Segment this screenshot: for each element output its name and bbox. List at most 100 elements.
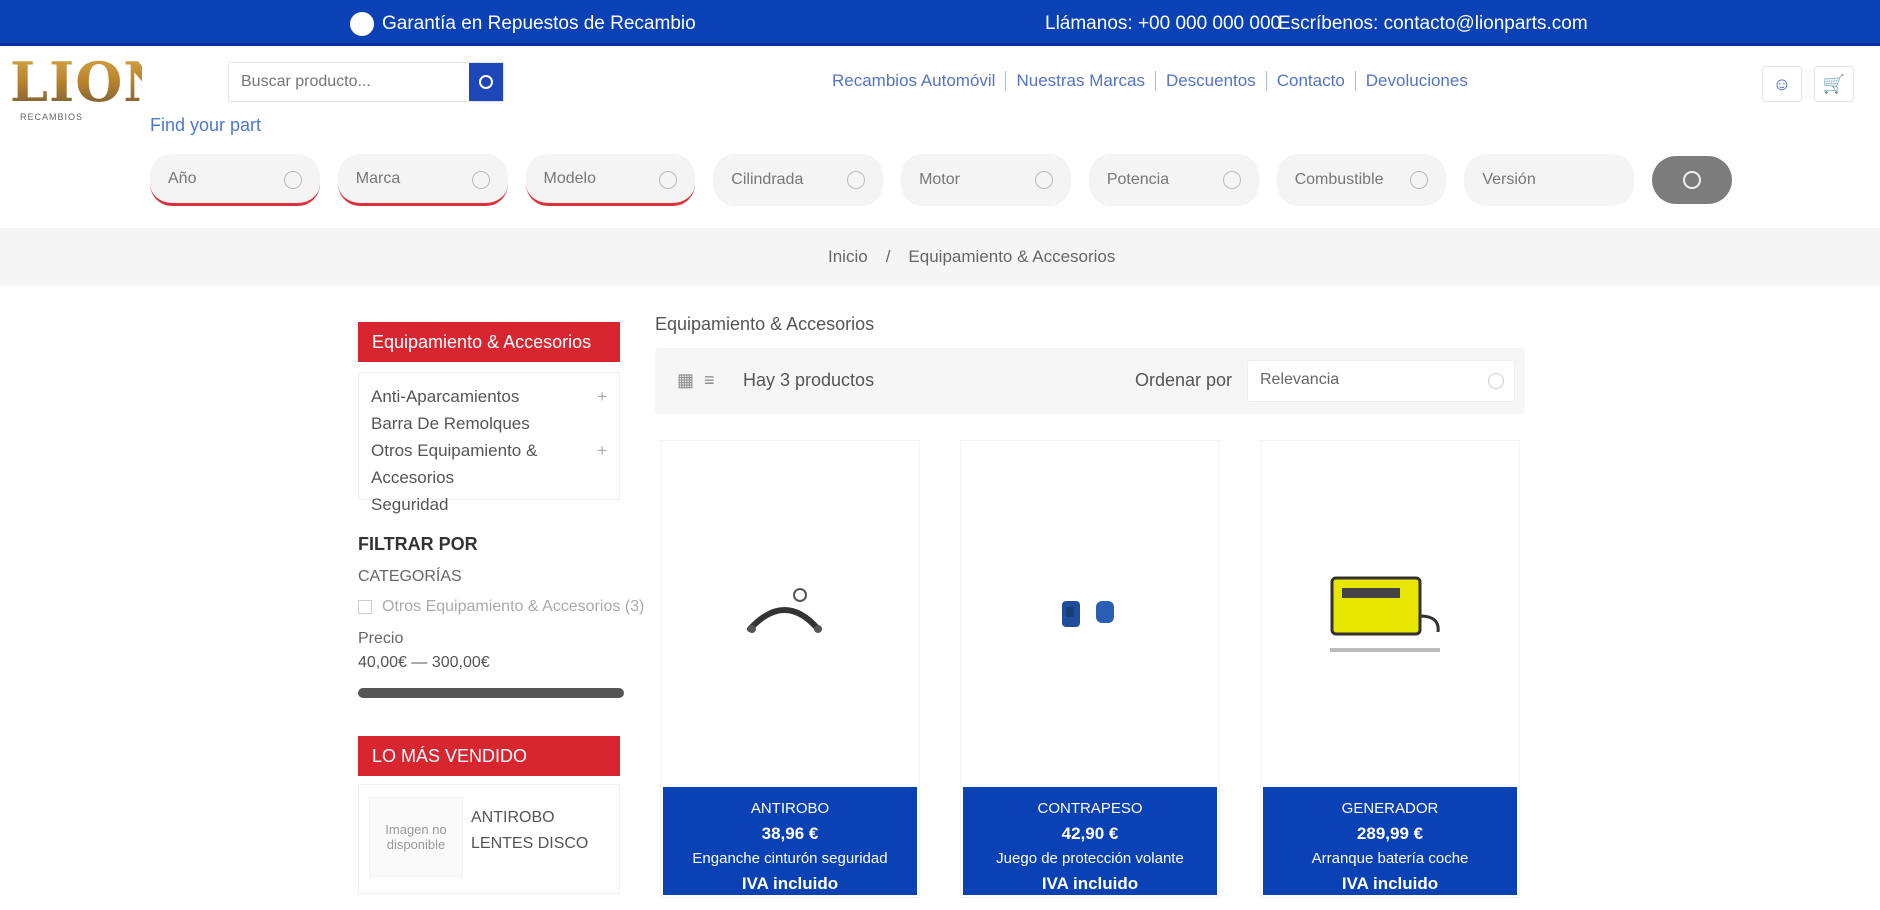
find-your-part-link[interactable]: Find your part <box>150 115 261 136</box>
filter-label: Combustible <box>1294 171 1384 188</box>
product-card[interactable]: GENERADOR 289,99 € Arranque batería coch… <box>1260 440 1520 898</box>
filter-power-select[interactable]: Potencia <box>1088 154 1259 206</box>
price-slider[interactable] <box>358 688 624 698</box>
chevron-down-icon <box>1410 171 1429 189</box>
user-icon[interactable]: ☺ <box>1762 66 1802 102</box>
product-tax-note: IVA incluido <box>1041 874 1139 893</box>
search-box <box>228 62 504 102</box>
filter-subtitle: CATEGORÍAS <box>358 568 462 585</box>
battery-booster-icon <box>1330 576 1440 652</box>
category-item[interactable]: Anti-Aparcamientos + <box>371 383 607 410</box>
filter-label: Potencia <box>1106 171 1170 188</box>
sort-value: Relevancia <box>1260 371 1340 388</box>
chevron-down-icon <box>1222 171 1241 189</box>
search-button[interactable] <box>469 63 503 101</box>
globe-icon <box>350 12 374 36</box>
chevron-down-icon <box>1488 373 1504 389</box>
bestseller-thumbnail[interactable]: Imagen no disponible <box>369 797 463 877</box>
category-label: Seguridad <box>371 495 449 514</box>
filter-label: Motor <box>919 171 960 188</box>
product-name[interactable]: Arranque batería coche <box>1263 847 1517 871</box>
sort-label: Ordenar por <box>1135 370 1233 390</box>
bestsellers-header: LO MÁS VENDIDO <box>358 736 620 776</box>
product-image[interactable] <box>661 441 919 781</box>
filter-label: Cilindrada <box>731 171 804 188</box>
search-icon <box>479 75 493 89</box>
breadcrumb-separator: / <box>885 247 891 266</box>
search-input[interactable] <box>229 63 469 101</box>
product-brand: GENERADOR <box>1341 800 1439 817</box>
site-logo[interactable]: LION RECAMBIOS <box>10 50 174 124</box>
product-price: 42,90 € <box>1061 824 1119 843</box>
filter-model-select[interactable]: Modelo <box>525 154 696 206</box>
checkbox[interactable] <box>358 600 372 614</box>
product-count: Hay 3 productos <box>743 370 875 390</box>
page-title: Equipamiento & Accesorios <box>655 314 875 334</box>
category-item[interactable]: Seguridad <box>371 491 607 518</box>
cart-icon[interactable]: 🛒 <box>1814 66 1854 102</box>
view-toggles: ▦ ≡ <box>677 370 715 391</box>
filter-engine-select[interactable]: Motor <box>901 154 1071 206</box>
product-image[interactable] <box>961 441 1219 781</box>
filter-fuel-select[interactable]: Combustible <box>1276 154 1447 206</box>
sort-select[interactable]: Relevancia <box>1247 360 1515 402</box>
product-image[interactable] <box>1261 441 1519 781</box>
nav-item-recambios[interactable]: Recambios Automóvil <box>822 71 1007 91</box>
product-price: 38,96 € <box>761 824 819 843</box>
price-label: Precio <box>358 630 404 647</box>
product-brand: ANTIROBO <box>750 800 830 817</box>
product-info: GENERADOR 289,99 € Arranque batería coch… <box>1263 787 1517 895</box>
product-tax-note: IVA incluido <box>741 874 839 893</box>
product-name[interactable]: Juego de protección volante <box>963 847 1217 871</box>
chevron-down-icon <box>847 171 866 189</box>
wheel-weights-icon <box>1062 601 1114 627</box>
filter-label: Versión <box>1482 171 1536 188</box>
filter-year-select[interactable]: Año <box>150 154 320 206</box>
nav-item-descuentos[interactable]: Descuentos <box>1156 71 1267 91</box>
listing-toolbar: ▦ ≡ Hay 3 productos Ordenar por Relevanc… <box>655 348 1525 414</box>
filter-displacement-select[interactable]: Cilindrada <box>713 154 884 206</box>
expand-icon[interactable]: + <box>597 383 607 410</box>
product-card[interactable]: ANTIROBO 38,96 € Enganche cinturón segur… <box>660 440 920 898</box>
product-name[interactable]: Enganche cinturón seguridad <box>663 847 917 871</box>
category-list: Anti-Aparcamientos + Barra De Remolques O… <box>358 372 620 514</box>
list-view-icon[interactable]: ≡ <box>704 370 715 391</box>
chevron-down-icon <box>1034 171 1053 189</box>
product-price: 289,99 € <box>1356 824 1424 843</box>
grid-view-icon[interactable]: ▦ <box>677 370 694 391</box>
promo-text: Garantía en Repuestos de Recambio <box>382 13 696 34</box>
bestseller-name[interactable]: ANTIROBO LENTES DISCO <box>471 805 611 857</box>
breadcrumb-home[interactable]: Inicio <box>828 247 868 267</box>
filter-title: FILTRAR POR <box>358 534 478 554</box>
filter-search-button[interactable] <box>1652 156 1732 204</box>
email-link[interactable]: Escríbenos: contacto@lionparts.com <box>1278 13 1588 35</box>
filter-brand-select[interactable]: Marca <box>337 154 508 206</box>
top-bar: Garantía en Repuestos de Recambio Lláman… <box>0 0 1880 46</box>
filter-version-select[interactable]: Versión <box>1464 154 1635 206</box>
nav-item-marcas[interactable]: Nuestras Marcas <box>1006 71 1156 91</box>
expand-icon[interactable]: + <box>597 437 607 491</box>
breadcrumb: Inicio / Equipamiento & Accesorios <box>828 247 1115 267</box>
filter-label: Año <box>168 169 197 187</box>
bestseller-item[interactable]: Imagen no disponible ANTIROBO LENTES DIS… <box>358 784 620 894</box>
nav-item-contacto[interactable]: Contacto <box>1267 71 1356 91</box>
category-item[interactable]: Otros Equipamiento & Accesorios + <box>371 437 607 491</box>
category-item[interactable]: Barra De Remolques <box>371 410 607 437</box>
vehicle-filter-bar: Año Marca Modelo Cilindrada Motor Potenc… <box>150 154 1732 206</box>
product-card[interactable]: CONTRAPESO 42,90 € Juego de protección v… <box>960 440 1220 898</box>
phone-link[interactable]: Llámanos: +00 000 000 000 <box>1045 13 1281 35</box>
search-icon <box>1683 171 1702 189</box>
category-filter-checkbox[interactable]: Otros Equipamiento & Accesorios (3) <box>358 598 644 616</box>
chevron-down-icon <box>659 171 678 189</box>
logo-text: LION <box>10 50 174 114</box>
breadcrumb-current: Equipamiento & Accesorios <box>908 247 1116 266</box>
checkbox-label: Otros Equipamiento & Accesorios (3) <box>382 598 645 615</box>
filter-label: Marca <box>355 169 401 187</box>
promo-banner[interactable]: Garantía en Repuestos de Recambio <box>350 12 696 36</box>
seatbelt-clip-icon <box>747 588 822 633</box>
nav-item-devoluciones[interactable]: Devoluciones <box>1356 71 1478 91</box>
product-info: CONTRAPESO 42,90 € Juego de protección v… <box>963 787 1217 895</box>
breadcrumb-band: Inicio / Equipamiento & Accesorios <box>0 228 1880 286</box>
main-nav: Recambios Automóvil Nuestras Marcas Desc… <box>822 71 1478 91</box>
filter-label: Modelo <box>543 169 597 187</box>
